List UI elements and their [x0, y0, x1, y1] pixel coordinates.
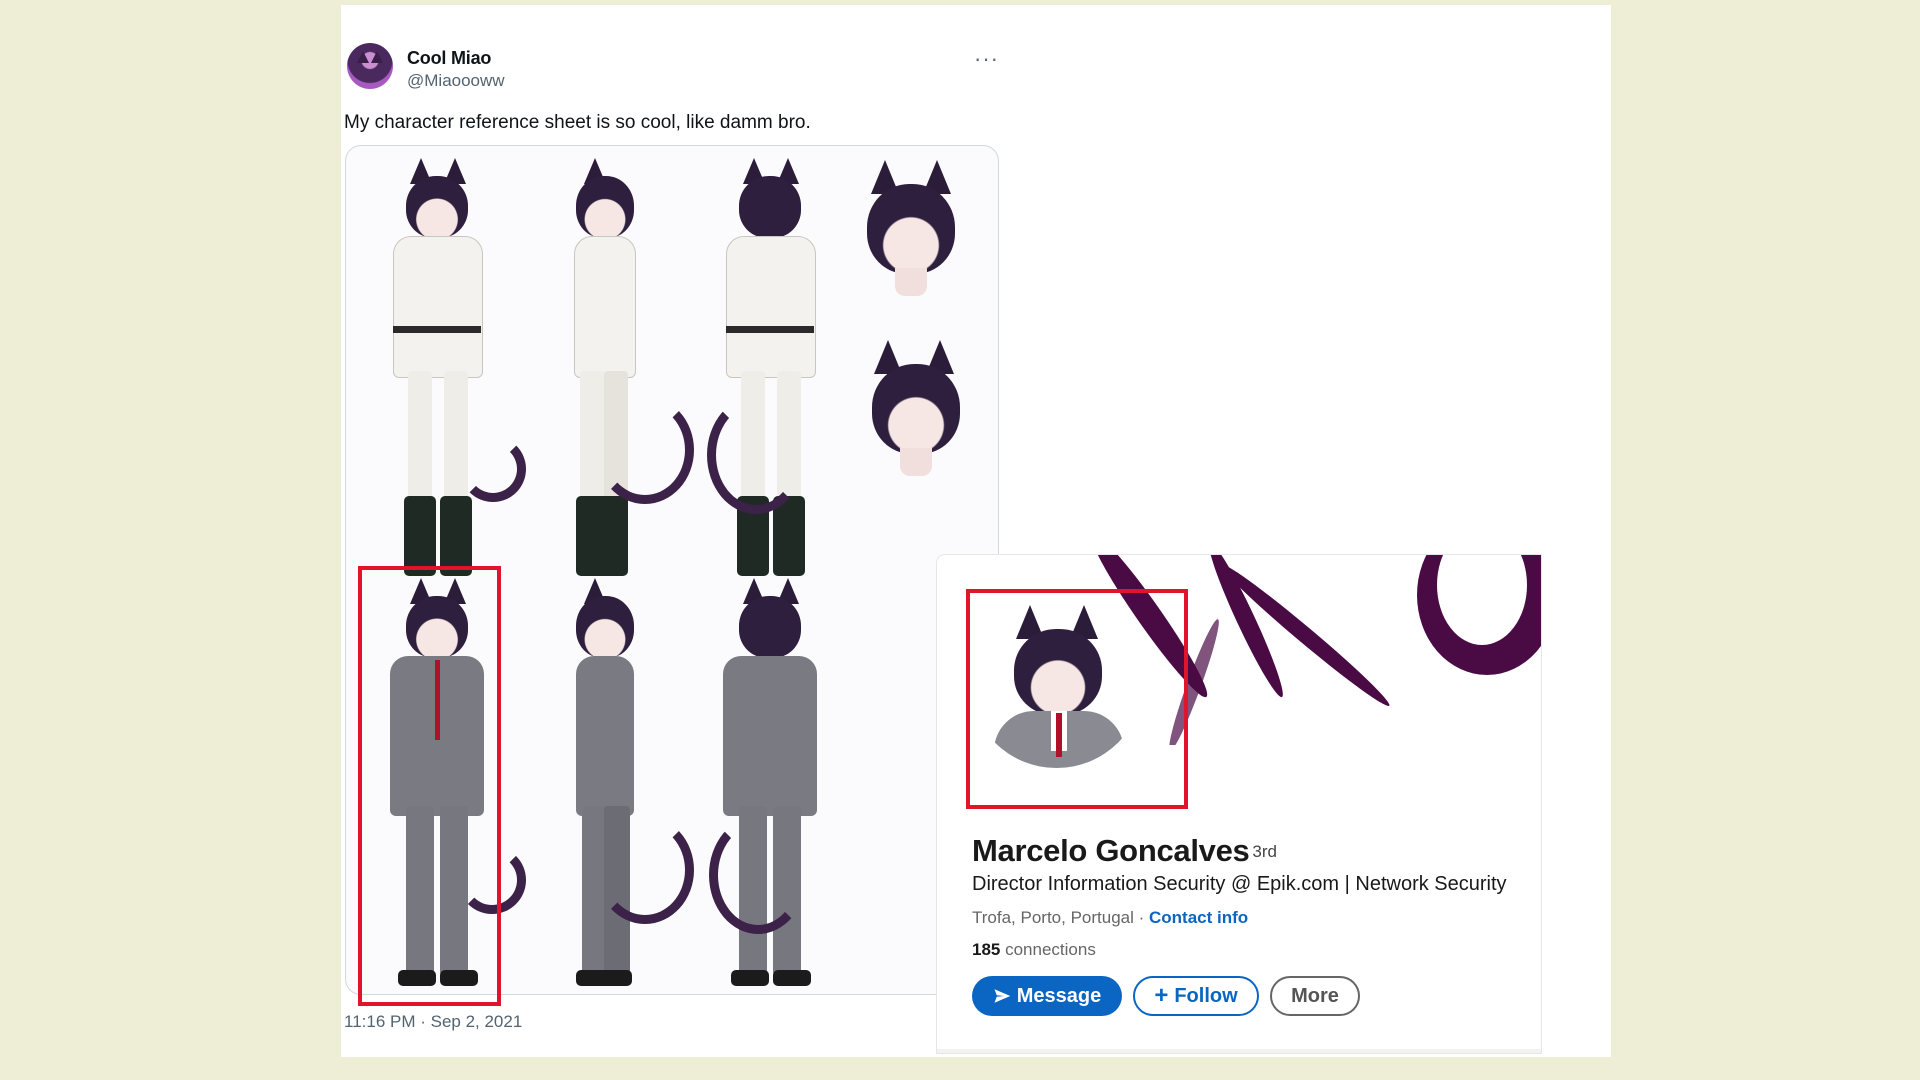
- more-button-label: More: [1291, 984, 1339, 1007]
- profile-name: Marcelo Goncalves: [972, 833, 1250, 868]
- display-name[interactable]: Cool Miao: [407, 48, 491, 69]
- highlight-box-profile-photo: [966, 589, 1188, 809]
- tweet-timestamp[interactable]: 11:16 PM · Sep 2, 2021: [344, 1012, 522, 1032]
- message-button[interactable]: Message: [972, 976, 1122, 1016]
- connection-degree: · 3rd: [1242, 842, 1277, 861]
- card-divider: [937, 1049, 1541, 1053]
- connections-count: 185: [972, 940, 1001, 959]
- highlight-box-tweet-figure: [358, 566, 501, 1006]
- avatar[interactable]: [347, 43, 393, 89]
- profile-location-line: Trofa, Porto, Portugal · Contact info: [972, 908, 1248, 928]
- avatar-ear-left: [357, 51, 369, 63]
- contact-info-link[interactable]: Contact info: [1149, 908, 1248, 927]
- profile-location: Trofa, Porto, Portugal ·: [972, 908, 1149, 927]
- character-figure-back-uniform: [701, 156, 831, 576]
- follow-button-label: Follow: [1174, 984, 1238, 1007]
- screenshot-panel: Cool Miao @Miaoooww ··· My character ref…: [341, 5, 1611, 1057]
- more-button[interactable]: More: [1270, 976, 1360, 1016]
- tweet-text: My character reference sheet is so cool,…: [344, 112, 811, 133]
- character-head-closeup-smile: [851, 156, 971, 316]
- character-head-closeup-open-mouth: [856, 336, 976, 496]
- profile-headline: Director Information Security @ Epik.com…: [972, 873, 1507, 895]
- user-handle[interactable]: @Miaoooww: [407, 71, 505, 91]
- message-button-label: Message: [1016, 984, 1102, 1007]
- character-figure-side-uniform: [546, 156, 694, 576]
- connections-label: connections: [1000, 940, 1096, 959]
- more-horizontal-icon[interactable]: ···: [974, 46, 999, 72]
- avatar-ear-right: [371, 51, 383, 63]
- character-figure-front-uniform: [368, 156, 526, 576]
- send-icon: [994, 989, 1010, 1003]
- profile-connections: 185 connections: [972, 940, 1096, 960]
- plus-icon: +: [1154, 982, 1169, 1009]
- follow-button[interactable]: + Follow: [1133, 976, 1259, 1016]
- tweet-header: Cool Miao @Miaoooww ···: [344, 40, 1004, 90]
- character-figure-side-suit: [546, 576, 694, 986]
- character-figure-back-suit: [701, 576, 831, 986]
